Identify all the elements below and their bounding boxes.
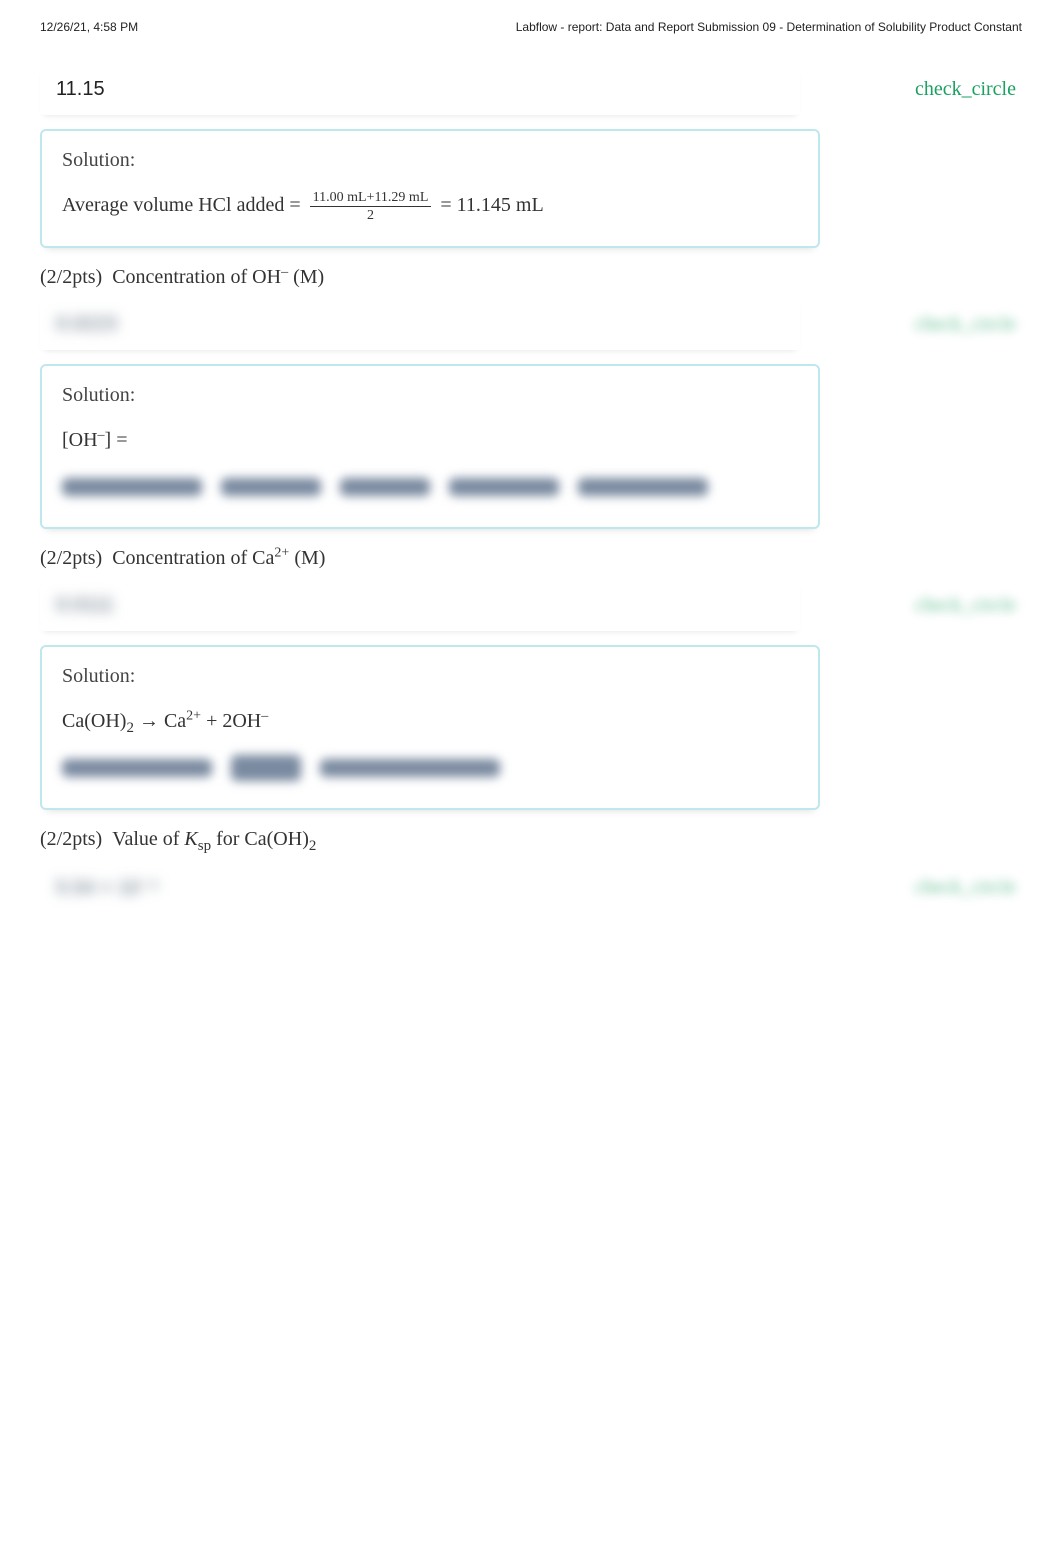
q1-fraction-denominator: 2 [310, 207, 432, 223]
q1-solution-suffix: = 11.145 mL [440, 194, 543, 216]
q1-answer-row: 11.15 check_circle [40, 64, 1022, 115]
q2-answer-value: 0.0223 [56, 313, 117, 336]
q2-hidden-work [62, 467, 798, 505]
q2-solution-label: Solution: [62, 384, 798, 407]
q3-status-icon: check_circle [915, 594, 1022, 617]
page-header: 12/26/21, 4:58 PM Labflow - report: Data… [40, 20, 1022, 34]
q3-points: (2/2pts) [40, 547, 102, 569]
q3-answer-value: 0.0111 [56, 594, 114, 617]
q4-answer-box: 5.54 × 10⁻⁶ [40, 861, 800, 914]
q3-hidden-work [62, 748, 798, 786]
q4-title: Value of Ksp for Ca(OH)2 [112, 828, 316, 850]
q2-title: Concentration of OH– (M) [112, 266, 324, 288]
q1-status-icon: check_circle [915, 78, 1022, 101]
q2-status-icon: check_circle [915, 313, 1022, 336]
q1-fraction: 11.00 mL+11.29 mL 2 [306, 190, 436, 224]
q1-solution-prefix: Average volume HCl added = [62, 194, 306, 216]
q2-solution-card: Solution: [OH–] = [40, 364, 820, 529]
q3-answer-row: 0.0111 check_circle [40, 580, 1022, 631]
q4-answer-value: 5.54 × 10⁻⁶ [56, 875, 159, 900]
header-title: Labflow - report: Data and Report Submis… [516, 20, 1022, 34]
q1-solution-body: Average volume HCl added = 11.00 mL+11.2… [62, 186, 798, 224]
q2-answer-row: 0.0223 check_circle [40, 299, 1022, 350]
q2-points: (2/2pts) [40, 266, 102, 288]
q1-answer-value: 11.15 [56, 78, 105, 100]
q4-points: (2/2pts) [40, 828, 102, 850]
q1-solution-label: Solution: [62, 149, 798, 172]
q3-solution-label: Solution: [62, 665, 798, 688]
q1-solution-card: Solution: Average volume HCl added = 11.… [40, 129, 820, 248]
q2-solution-body: [OH–] = [62, 421, 798, 505]
q2-heading: (2/2pts) Concentration of OH– (M) [40, 266, 1022, 289]
q3-title: Concentration of Ca2+ (M) [112, 547, 325, 569]
q3-solution-card: Solution: Ca(OH)2 → Ca2+ + 2OH– [40, 645, 820, 810]
q4-status-icon: check_circle [915, 876, 1022, 899]
q4-answer-row: 5.54 × 10⁻⁶ check_circle [40, 861, 1022, 914]
q3-solution-body: Ca(OH)2 → Ca2+ + 2OH– [62, 702, 798, 786]
q1-answer-box: 11.15 [40, 64, 800, 115]
header-timestamp: 12/26/21, 4:58 PM [40, 20, 138, 34]
q1-fraction-numerator: 11.00 mL+11.29 mL [310, 190, 432, 207]
q3-reaction: Ca(OH)2 → Ca2+ + 2OH– [62, 702, 798, 740]
q2-answer-box: 0.0223 [40, 299, 800, 350]
q3-answer-box: 0.0111 [40, 580, 800, 631]
q2-line1: [OH–] = [62, 421, 798, 459]
q4-heading: (2/2pts) Value of Ksp for Ca(OH)2 [40, 828, 1022, 851]
q3-heading: (2/2pts) Concentration of Ca2+ (M) [40, 547, 1022, 570]
